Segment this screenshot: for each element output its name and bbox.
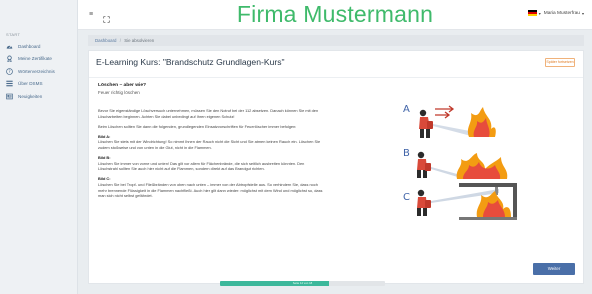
figure-label-b: B (403, 148, 410, 159)
sidebar-item-glossary[interactable]: ? Wörterverzeichnis (0, 65, 77, 78)
lesson-subheading: Feuer richtig löschen (98, 90, 140, 95)
next-button[interactable]: Weiter (533, 263, 575, 275)
figure-a-wind-arrows (435, 105, 455, 119)
user-name: Maria Musterfrau (543, 10, 580, 16)
flag-caret: ▾ (538, 10, 541, 16)
topbar: ≡ Firma Mustermann ▾ Maria Musterfrau ▾ (78, 0, 592, 30)
svg-text:?: ? (8, 69, 10, 74)
brand-title: Firma Mustermann (236, 1, 434, 27)
course-card: E-Learning Kurs: "Brandschutz Grundlagen… (88, 50, 584, 284)
breadcrumb-separator: / (119, 38, 121, 43)
lesson-text: Bevor Sie eigenständige Löschversuch unt… (98, 108, 323, 203)
figure-label-a: A (403, 104, 410, 115)
sidebar-item-label: Dashboard (18, 43, 41, 49)
progress-bar: Seite 12 von 18 (220, 281, 385, 286)
lesson-rules-intro: Beim Löschen sollten Sie dann die folgen… (98, 123, 297, 129)
sidebar-item-label: Wörterverzeichnis (18, 68, 55, 74)
exit-course-button[interactable]: Später fortsetzen (545, 58, 575, 67)
figure-a-fire (467, 107, 496, 137)
figure-c-person (417, 189, 431, 216)
sidebar: START Dashboard Meine Zertifikate ? Wört… (0, 0, 78, 294)
sidebar-item-label: Neuigkeiten (18, 93, 43, 99)
divider (89, 77, 583, 78)
app: START Dashboard Meine Zertifikate ? Wört… (0, 0, 592, 294)
list-icon (6, 80, 13, 87)
sidebar-section-label: START (6, 32, 21, 37)
breadcrumb: Dashboard / Sie absolvieren (88, 35, 584, 46)
sidebar-item-label: Über DSMS (18, 81, 43, 87)
german-flag-icon[interactable] (527, 10, 537, 16)
sidebar-item-label: Meine Zertifikate (18, 56, 52, 62)
breadcrumb-current: Sie absolvieren (124, 38, 155, 43)
section-text: Löschen Sie stets mit der Windrichtung! … (98, 139, 321, 150)
section-text: Löschen Sie bei Tropf- und Fließbränden … (98, 181, 323, 199)
figure-b-fire (456, 153, 508, 179)
user-menu[interactable]: ▾ Maria Musterfrau ▾ (527, 10, 584, 16)
sidebar-item-dashboard[interactable]: Dashboard (0, 40, 77, 53)
chevron-down-icon: ▾ (581, 10, 584, 16)
news-icon (6, 93, 13, 100)
lesson-section-b: Bild B: Löschen Sie immer von vorne und … (98, 155, 323, 172)
progress-label: Seite 12 von 18 (292, 281, 313, 285)
lesson-heading: Löschen – aber wie? (98, 83, 147, 88)
figure-a-person (419, 109, 433, 138)
figure-b-person (417, 151, 431, 178)
figure-b-spray (431, 167, 461, 178)
sidebar-item-certificates[interactable]: Meine Zertifikate (0, 53, 77, 66)
help-circle-icon: ? (6, 67, 13, 75)
dashboard-icon (6, 43, 13, 50)
course-title: E-Learning Kurs: "Brandschutz Grundlagen… (96, 57, 285, 67)
lesson-intro: Bevor Sie eigenständige Löschversuch unt… (98, 108, 319, 119)
figure-label-c: C (403, 192, 410, 203)
sidebar-item-about[interactable]: Über DSMS (0, 78, 77, 91)
lesson-section-a: Bild A: Löschen Sie stets mit der Windri… (98, 134, 323, 151)
certificate-icon (6, 55, 13, 63)
section-text: Löschen Sie immer von vorne und unten! D… (98, 160, 305, 172)
extinguishing-illustration: A B C (403, 104, 517, 220)
sidebar-item-news[interactable]: Neuigkeiten (0, 90, 77, 103)
breadcrumb-dashboard[interactable]: Dashboard (95, 38, 116, 43)
lesson-section-c: Bild C: Löschen Sie bei Tropf- und Fließ… (98, 176, 323, 198)
